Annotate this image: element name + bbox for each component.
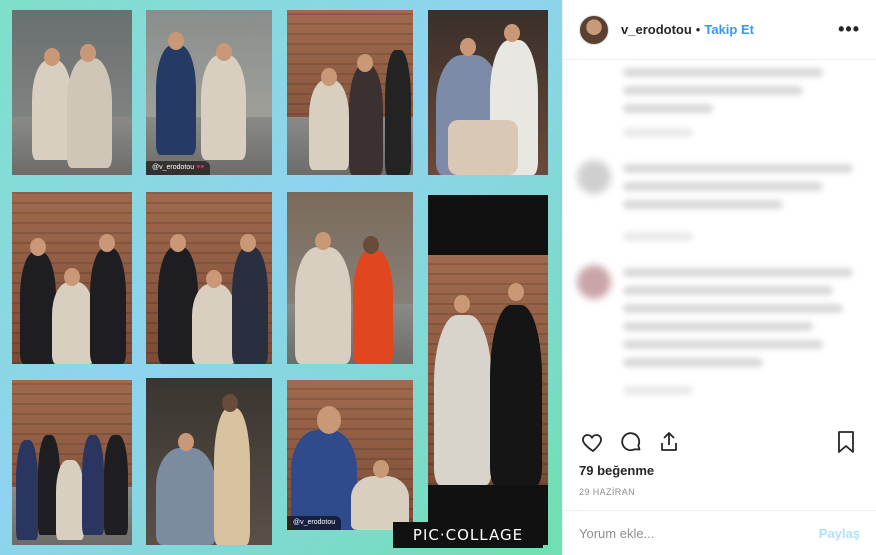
- post-date[interactable]: 29 HAZİRAN: [579, 487, 635, 497]
- photo-tag: @v_erodotou ♥♥: [146, 161, 211, 175]
- action-bar: [579, 424, 860, 460]
- blurred-comment: [623, 304, 843, 313]
- avatar[interactable]: [579, 14, 609, 45]
- blurred-avatar: [577, 160, 611, 194]
- post-comment-button[interactable]: Paylaş: [819, 526, 860, 541]
- photo-tag: @v_erodotou: [287, 516, 342, 530]
- collage-tile: [428, 10, 548, 175]
- blurred-comment: [623, 164, 853, 173]
- post-panel: v_erodotou • Takip Et ••• 79 beğenme 29 …: [562, 0, 876, 555]
- blurred-comment: [623, 358, 763, 367]
- comment-input[interactable]: [579, 525, 819, 541]
- follow-button[interactable]: Takip Et: [704, 22, 754, 37]
- blurred-comment: [623, 286, 833, 295]
- blurred-comment: [623, 86, 803, 95]
- collage-tile: [146, 378, 272, 545]
- collage-tile: @v_erodotou ♥♥: [146, 10, 272, 175]
- blurred-comment: [623, 68, 823, 77]
- collage-tile: [12, 380, 132, 545]
- blurred-comment: [623, 268, 853, 277]
- blurred-comment: [623, 340, 823, 349]
- collage-tile: @v_erodotou: [287, 380, 413, 530]
- blurred-comment: [623, 322, 813, 331]
- collage-tile: [287, 10, 413, 175]
- comments-list[interactable]: [563, 60, 876, 420]
- heart-outline-icon[interactable]: [579, 428, 607, 456]
- blurred-comment: [623, 200, 783, 209]
- comment-bar: Paylaş: [563, 510, 876, 555]
- blurred-comment: [623, 232, 693, 241]
- collage-tile: [12, 10, 132, 175]
- collage-tile: [12, 192, 132, 364]
- separator-dot: •: [695, 22, 701, 37]
- like-count[interactable]: 79 beğenme: [579, 463, 654, 478]
- collage-tile: [287, 192, 413, 364]
- username-link[interactable]: v_erodotou: [621, 22, 692, 37]
- more-options-icon[interactable]: •••: [838, 19, 860, 40]
- collage-watermark: PIC·COLLAGE: [393, 522, 543, 548]
- bookmark-icon[interactable]: [832, 428, 860, 456]
- comment-icon[interactable]: [617, 428, 645, 456]
- blurred-comment: [623, 182, 823, 191]
- collage-tile: [146, 192, 272, 364]
- share-icon[interactable]: [655, 428, 683, 456]
- collage-tile: [428, 195, 548, 545]
- blurred-comment: [623, 386, 693, 395]
- post-header: v_erodotou • Takip Et •••: [563, 0, 876, 60]
- blurred-comment: [623, 128, 693, 137]
- blurred-avatar: [577, 265, 611, 299]
- blurred-comment: [623, 104, 713, 113]
- post-photo[interactable]: @v_erodotou ♥♥ @v_erodotou PIC·COLLAGE: [0, 0, 562, 555]
